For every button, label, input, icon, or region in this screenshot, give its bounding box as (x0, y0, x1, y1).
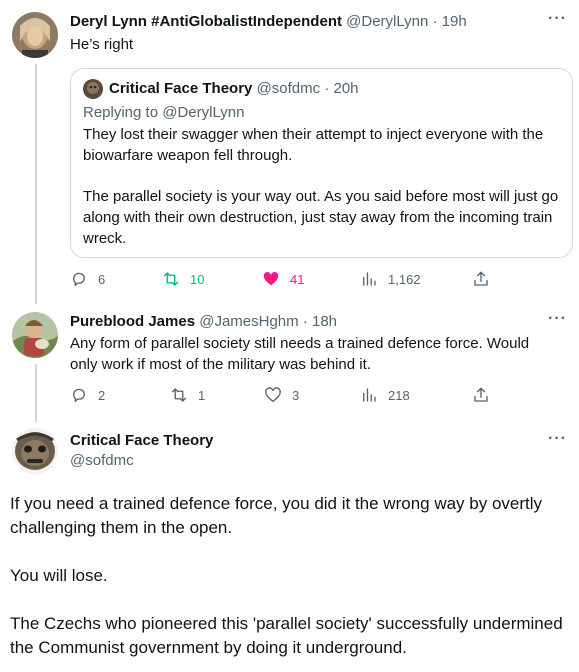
share-icon (474, 271, 488, 286)
timestamp[interactable]: · 18h (303, 313, 337, 330)
action-bar: 6 10 41 1,162 (70, 270, 510, 292)
tweet-paragraph: You will lose. (10, 566, 108, 585)
reply-count: 6 (98, 271, 106, 287)
more-icon[interactable]: ··· (548, 10, 567, 28)
views-icon (363, 388, 376, 402)
replying-to[interactable]: Replying to @DerylLynn (83, 102, 244, 123)
retweet-count: 10 (190, 271, 205, 287)
views-icon (363, 272, 376, 286)
timestamp[interactable]: · 19h (433, 13, 467, 30)
retweet-button[interactable]: 10 (162, 270, 204, 288)
quote-paragraph: The parallel society is your way out. As… (83, 188, 559, 247)
heart-icon (265, 387, 281, 403)
like-button[interactable]: 3 (264, 386, 299, 404)
avatar[interactable] (12, 312, 58, 358)
tweet-text: Any form of parallel society still needs… (70, 335, 530, 373)
thread-line-2 (35, 364, 37, 422)
reply-button[interactable]: 6 (70, 270, 105, 288)
retweet-button[interactable]: 1 (170, 386, 205, 404)
avatar (83, 79, 103, 99)
reply-icon (73, 388, 85, 403)
display-name[interactable]: Pureblood James (70, 313, 195, 330)
display-name[interactable]: Deryl Lynn #AntiGlobalistIndependent (70, 13, 342, 30)
heart-icon (263, 271, 279, 286)
share-icon (474, 387, 488, 402)
avatar[interactable] (12, 428, 58, 474)
avatar[interactable] (12, 12, 58, 58)
thread-line-1 (35, 64, 37, 304)
quoted-tweet[interactable]: Critical Face Theory @sofdmc · 20h Reply… (70, 68, 573, 258)
like-count: 41 (290, 271, 305, 287)
views-button[interactable]: 218 (360, 386, 410, 404)
display-name[interactable]: Critical Face Theory (70, 432, 213, 449)
handle: @sofdmc (256, 80, 321, 97)
reply-count: 2 (98, 387, 106, 403)
views-count: 218 (388, 387, 410, 403)
display-name: Critical Face Theory (109, 80, 253, 97)
tweet-header: Pureblood James @JamesHghm · 18h (70, 312, 337, 332)
share-button[interactable] (472, 270, 490, 288)
reply-icon (73, 272, 85, 287)
views-button[interactable]: 1,162 (360, 270, 421, 288)
share-button[interactable] (472, 386, 490, 404)
like-count: 3 (292, 387, 300, 403)
retweet-icon (163, 272, 179, 286)
quote-header: Critical Face Theory @sofdmc · 20h (109, 79, 359, 99)
reply-button[interactable]: 2 (70, 386, 105, 404)
tweet-header: Critical Face Theory (70, 431, 213, 451)
timestamp: · 20h (324, 80, 359, 97)
retweet-icon (171, 388, 187, 402)
quote-paragraph: They lost their swagger when their attem… (83, 126, 544, 164)
views-count: 1,162 (388, 271, 421, 287)
retweet-count: 1 (198, 387, 206, 403)
handle[interactable]: @DerylLynn (346, 13, 428, 30)
tweet-text: He’s right (70, 36, 134, 53)
handle[interactable]: @JamesHghm (199, 313, 298, 330)
more-icon[interactable]: ··· (548, 310, 567, 328)
tweet-paragraph: The Czechs who pioneered this 'parallel … (10, 614, 563, 657)
tweet-header: Deryl Lynn #AntiGlobalistIndependent @De… (70, 12, 467, 32)
tweet-paragraph: If you need a trained defence force, you… (10, 494, 543, 537)
action-bar: 2 1 3 218 (70, 386, 510, 408)
handle[interactable]: @sofdmc (70, 451, 134, 471)
like-button[interactable]: 41 (262, 270, 304, 288)
more-icon[interactable]: ··· (548, 430, 567, 448)
